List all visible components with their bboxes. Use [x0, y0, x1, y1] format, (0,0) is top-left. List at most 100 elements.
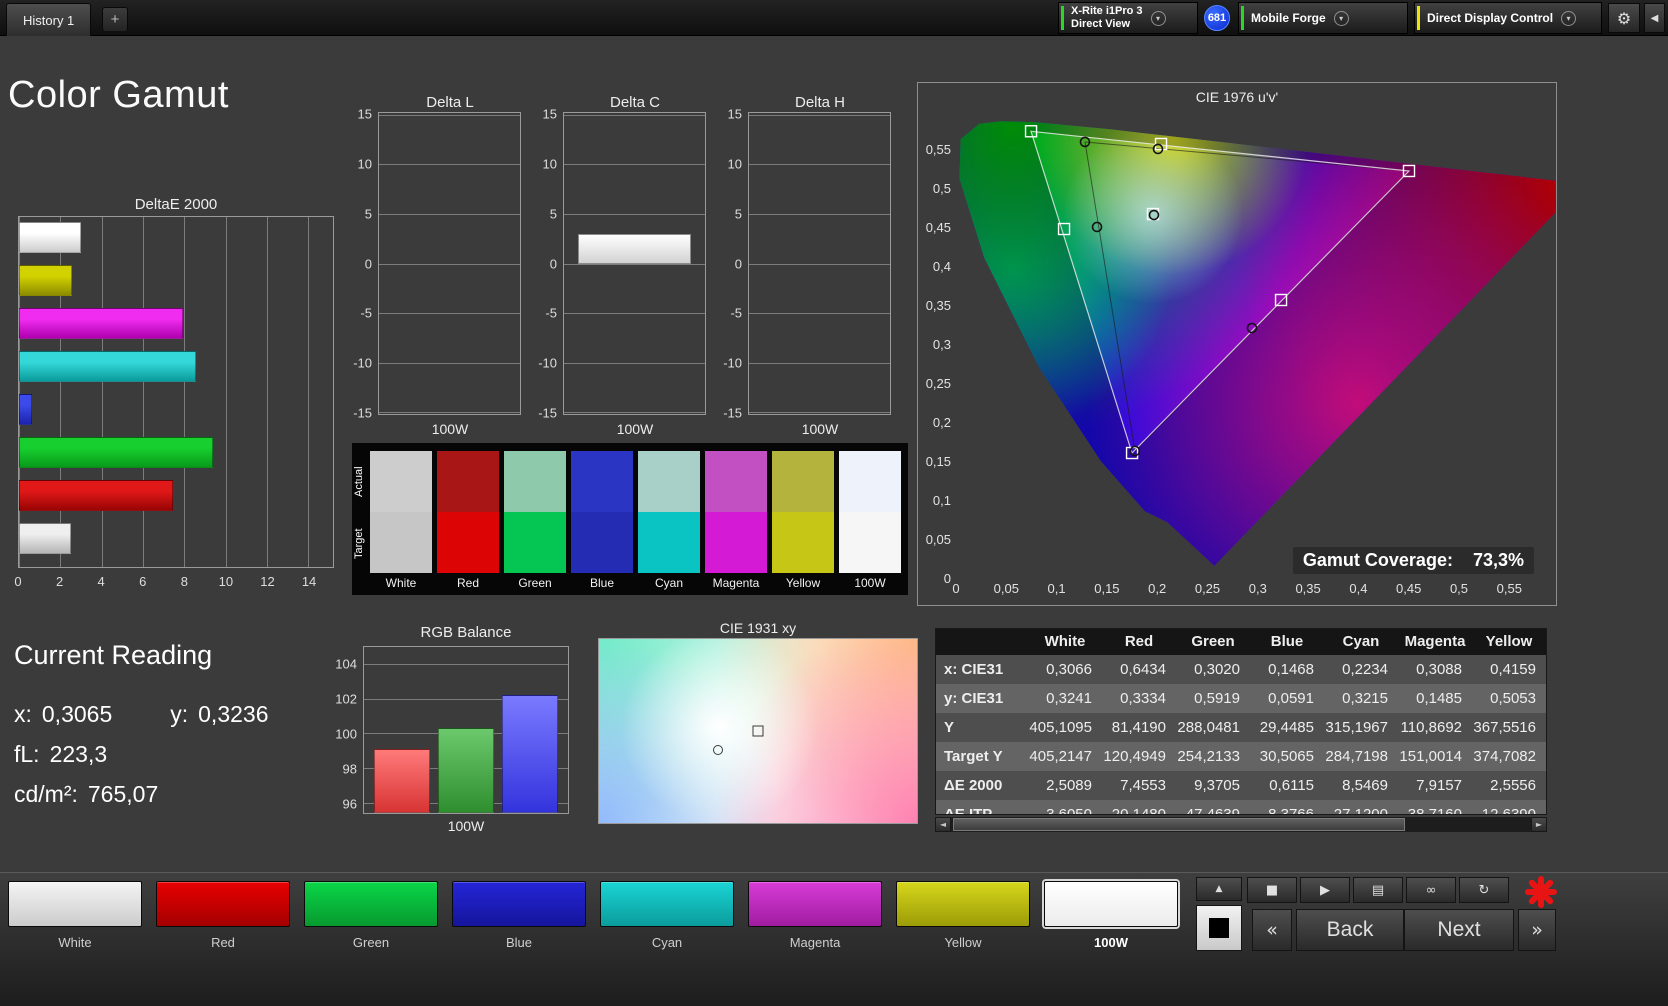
target-swatch: [839, 512, 901, 573]
bar-row-cyan: [19, 351, 333, 394]
bar-row-magenta: [19, 308, 333, 351]
gridline: [379, 164, 520, 166]
add-tab-button[interactable]: +: [102, 7, 128, 31]
pattern-button-magenta[interactable]: Magenta: [748, 881, 882, 950]
swatch-label: 100W: [854, 576, 886, 590]
table-cell: 254,2133: [1177, 748, 1240, 765]
stop-button[interactable]: ■: [1247, 877, 1297, 903]
pattern-button-cyan[interactable]: Cyan: [600, 881, 734, 950]
fl-readout: fL: 223,3: [14, 741, 269, 768]
coverage-label: Gamut Coverage:: [1302, 550, 1453, 570]
swatch-columns: White Red Green Blue Cyan Magenta Yellow 100W: [370, 451, 905, 593]
continuous-read-button[interactable]: ∞: [1406, 877, 1456, 903]
y-axis-tick: 98: [342, 761, 357, 776]
gridline: [749, 114, 890, 116]
y-axis-tick: -5: [545, 305, 557, 321]
y-axis-tick: 0: [364, 256, 372, 271]
source-selector[interactable]: Mobile Forge ▾: [1238, 2, 1408, 34]
table-cell: 0,5919: [1194, 690, 1240, 707]
scrollbar-thumb[interactable]: [953, 818, 1406, 831]
target-swatch: [705, 512, 767, 573]
status-indicator-green: [1061, 6, 1064, 30]
pattern-button-blue[interactable]: Blue: [452, 881, 586, 950]
pattern-label: Yellow: [944, 935, 982, 950]
pattern-button-green[interactable]: Green: [304, 881, 438, 950]
bar-row-100w: [19, 222, 333, 265]
actual-swatch: [839, 451, 901, 512]
table-cell: 288,0481: [1177, 719, 1240, 736]
y-value: 0,3236: [198, 701, 269, 727]
gridline: [564, 213, 705, 215]
scroll-left-button[interactable]: ◄: [935, 817, 951, 832]
target-row-label: Target: [353, 528, 365, 560]
bar-row-blue: [19, 394, 333, 437]
y-axis-tick: 5: [734, 206, 742, 222]
x-axis-tick: 0,55: [1497, 581, 1522, 596]
table-cell: 0,1468: [1268, 661, 1314, 678]
swatch-column-white: White: [370, 451, 432, 593]
pattern-button-white[interactable]: White: [8, 881, 142, 950]
x-axis-tick: 2: [55, 574, 64, 589]
y-axis: 104 102 100 98 96: [333, 646, 361, 814]
table-cell: 0,3066: [1046, 661, 1092, 678]
y-axis-tick: 15: [542, 106, 557, 122]
save-button[interactable]: ▤: [1353, 877, 1403, 903]
pattern-window-button[interactable]: [1196, 905, 1242, 951]
settings-gear-button[interactable]: ⚙: [1608, 3, 1640, 33]
expand-up-button[interactable]: ▲: [1196, 877, 1242, 901]
swatch-label: Cyan: [654, 576, 683, 590]
y-axis-tick: 0,45: [926, 220, 951, 235]
meter-selector[interactable]: X-Rite i1Pro 3 Direct View ▾: [1058, 2, 1198, 34]
collapse-panel-button[interactable]: ◀: [1644, 3, 1665, 33]
delta-c-chart: Delta C 15 10 5 0 -5 -10 -15 100W: [533, 94, 709, 442]
source-name: Mobile Forge: [1251, 11, 1326, 25]
back-button[interactable]: Back: [1296, 909, 1404, 951]
row-label: y: CIE31: [944, 690, 1004, 707]
gridline: [379, 263, 520, 265]
y-axis-tick: 10: [542, 156, 557, 172]
gridline: [564, 114, 705, 116]
abort-asterisk-icon[interactable]: [1522, 875, 1560, 909]
y-axis-tick: 0,15: [926, 454, 951, 469]
table-cell: 0,3215: [1342, 690, 1388, 707]
bottom-bar: White Red Green Blue Cyan Magenta Yellow 100W ▲…: [0, 872, 1668, 1006]
scroll-right-button[interactable]: ►: [1531, 817, 1547, 832]
deltae-bar-yellow: [19, 265, 72, 296]
bar-row-green: [19, 437, 333, 480]
next-button[interactable]: Next: [1404, 909, 1514, 951]
y-axis-tick: 96: [342, 796, 357, 811]
table-cell: 29,4485: [1259, 719, 1314, 736]
delta-l-chart: Delta L 15 10 5 0 -5 -10 -15 100W: [348, 94, 524, 442]
table-cell: 9,3705: [1194, 777, 1240, 794]
delta-bar: [578, 233, 691, 264]
spectral-locus-fill: [959, 121, 1556, 566]
x-axis-tick: 0,15: [1094, 581, 1119, 596]
deltae-bar-100w: [19, 222, 81, 253]
pattern-button-100w[interactable]: 100W: [1044, 881, 1178, 950]
deltae-bar-white: [19, 523, 71, 554]
y-axis-tick: 0,05: [926, 532, 951, 547]
pattern-button-red[interactable]: Red: [156, 881, 290, 950]
table-horizontal-scrollbar[interactable]: ◄ ►: [935, 817, 1547, 832]
pattern-swatch: [304, 881, 438, 927]
x-axis-tick: 0,5: [1450, 581, 1468, 596]
measurement-table: White Red Green Blue Cyan Magenta Yellow x: CIE…: [935, 628, 1547, 815]
play-button[interactable]: ▶: [1300, 877, 1350, 903]
table-row: x: CIE31 0,3066 0,6434 0,3020 0,1468 0,2234 0,…: [936, 655, 1546, 684]
gridline: [364, 664, 568, 666]
target-swatch: [638, 512, 700, 573]
refresh-button[interactable]: ↻: [1459, 877, 1509, 903]
tab-history-1[interactable]: History 1: [6, 3, 92, 36]
pattern-label: Blue: [505, 935, 533, 950]
chevrons-left-icon[interactable]: «: [1252, 909, 1292, 951]
chevrons-right-icon[interactable]: »: [1518, 909, 1556, 951]
display-control-selector[interactable]: Direct Display Control ▾: [1414, 2, 1602, 34]
row-label: ΔE ITP: [944, 806, 993, 815]
pattern-button-yellow[interactable]: Yellow: [896, 881, 1030, 950]
table-cell: 30,5065: [1259, 748, 1314, 765]
section-title: Current Reading: [14, 640, 213, 670]
target-marker: [752, 725, 764, 737]
x-value: 0,3065: [41, 701, 113, 727]
pattern-label: Red: [211, 935, 235, 950]
scrollbar-track[interactable]: [951, 817, 1531, 832]
